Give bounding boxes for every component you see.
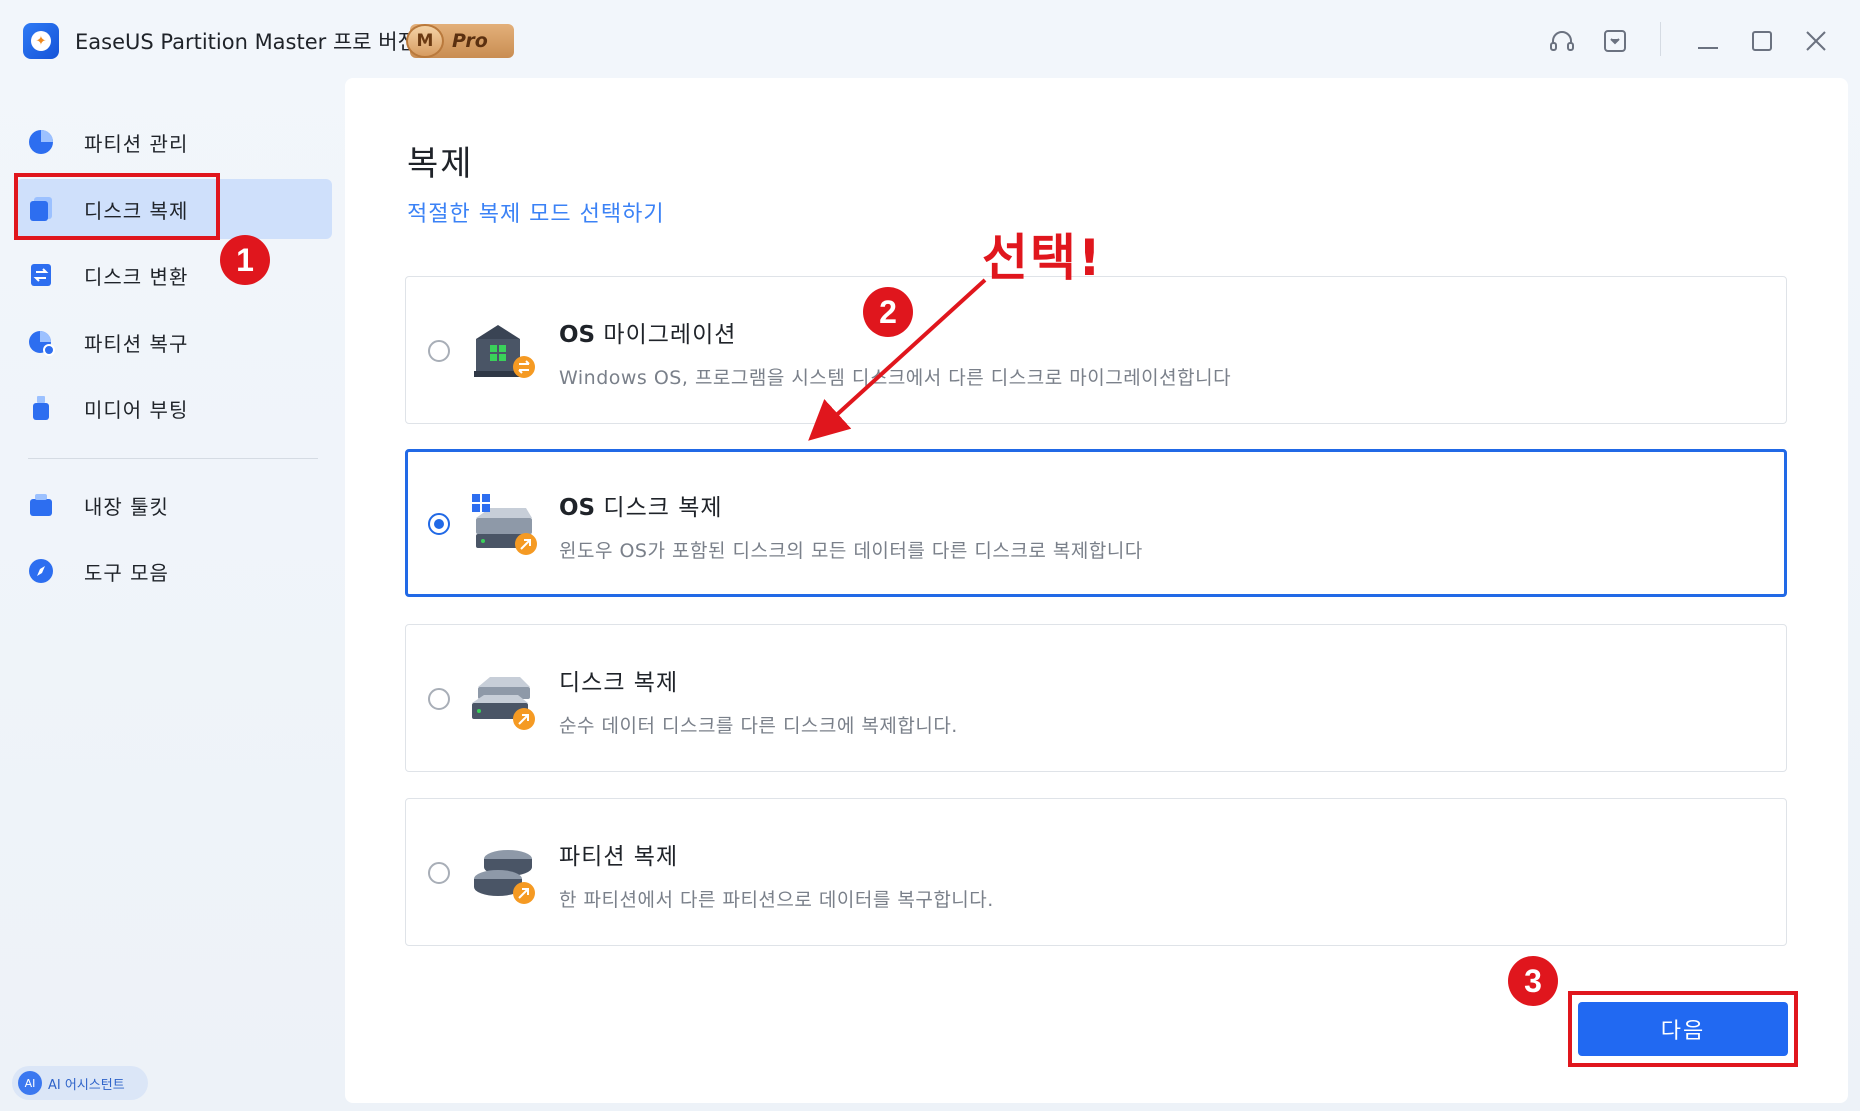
option-title: OS 마이그레이션 bbox=[559, 322, 737, 348]
ai-assistant-label: AI 어시스턴트 bbox=[48, 1077, 125, 1093]
highlight-box-step1 bbox=[14, 173, 220, 240]
title-bar: ✦ EaseUS Partition Master 프로 버전 M Pro bbox=[0, 0, 1860, 78]
sidebar-item-label: 파티션 관리 bbox=[84, 131, 189, 156]
step-badge-3: 3 bbox=[1508, 956, 1558, 1006]
step-badge-2: 2 bbox=[863, 287, 913, 337]
disk-convert-icon bbox=[26, 260, 56, 290]
headset-icon[interactable] bbox=[1547, 26, 1577, 56]
sidebar-item-label: 내장 툴킷 bbox=[84, 494, 169, 519]
sidebar-item-partition-manage[interactable]: 파티션 관리 bbox=[16, 112, 332, 172]
option-description: 한 파티션에서 다른 파티션으로 데이터를 복구합니다. bbox=[559, 889, 994, 911]
maximize-icon[interactable] bbox=[1747, 26, 1777, 56]
sidebar-item-partition-recovery[interactable]: 파티션 복구 bbox=[16, 312, 332, 372]
compass-icon bbox=[26, 556, 56, 586]
pro-badge-m: M bbox=[406, 24, 444, 58]
titlebar-separator bbox=[1660, 22, 1661, 56]
option-os-migration[interactable]: OS 마이그레이션 Windows OS, 프로그램을 시스템 디스크에서 다른… bbox=[405, 276, 1787, 424]
option-description: 순수 데이터 디스크를 다른 디스크에 복제합니다. bbox=[559, 715, 958, 737]
sidebar-item-tools[interactable]: 도구 모음 bbox=[16, 541, 332, 601]
option-os-disk-clone[interactable]: OS 디스크 복제 윈도우 OS가 포함된 디스크의 모든 데이터를 다른 디스… bbox=[405, 449, 1787, 597]
sidebar-item-label: 미디어 부팅 bbox=[84, 397, 189, 422]
sidebar-item-toolkit[interactable]: 내장 툴킷 bbox=[16, 475, 332, 535]
option-title: OS 디스크 복제 bbox=[559, 495, 723, 521]
toolkit-icon bbox=[26, 490, 56, 520]
ai-assistant-button[interactable]: AI AI 어시스턴트 bbox=[12, 1066, 148, 1100]
robot-icon: AI bbox=[18, 1071, 42, 1095]
page-subtitle-link[interactable]: 적절한 복제 모드 선택하기 bbox=[407, 196, 665, 228]
sidebar-item-label: 파티션 복구 bbox=[84, 331, 189, 356]
sidebar-divider bbox=[28, 458, 318, 459]
radio-os-migration[interactable] bbox=[428, 340, 450, 362]
option-partition-clone[interactable]: 파티션 복제 한 파티션에서 다른 파티션으로 데이터를 복구합니다. bbox=[405, 798, 1787, 946]
pie-chart-icon bbox=[26, 127, 56, 157]
usb-boot-icon bbox=[26, 393, 56, 423]
option-disk-clone[interactable]: 디스크 복제 순수 데이터 디스크를 다른 디스크에 복제합니다. bbox=[405, 624, 1787, 772]
sidebar-item-media-boot[interactable]: 미디어 부팅 bbox=[16, 378, 332, 438]
highlight-box-step3 bbox=[1568, 991, 1798, 1067]
radio-disk-clone[interactable] bbox=[428, 688, 450, 710]
minimize-icon[interactable] bbox=[1693, 26, 1723, 56]
app-title: EaseUS Partition Master 프로 버전 bbox=[75, 30, 417, 54]
sidebar-item-label: 디스크 변환 bbox=[84, 264, 189, 289]
sidebar-item-disk-convert[interactable]: 디스크 변환 bbox=[16, 245, 332, 305]
os-migration-icon bbox=[468, 317, 540, 385]
option-title: 디스크 복제 bbox=[559, 670, 679, 696]
option-description: Windows OS, 프로그램을 시스템 디스크에서 다른 디스크로 마이그레… bbox=[559, 367, 1232, 389]
option-title: 파티션 복제 bbox=[559, 844, 679, 870]
disk-clone-option-icon bbox=[468, 665, 540, 733]
close-icon[interactable] bbox=[1801, 26, 1831, 56]
page-title: 복제 bbox=[407, 144, 474, 184]
select-callout-text: 선택! bbox=[982, 229, 1103, 287]
sidebar-item-label: 도구 모음 bbox=[84, 560, 169, 585]
pro-badge-label: Pro bbox=[452, 30, 488, 52]
app-window: ✦ EaseUS Partition Master 프로 버전 M Pro 파티… bbox=[0, 0, 1860, 1111]
os-disk-clone-icon bbox=[468, 490, 540, 558]
partition-recovery-icon bbox=[26, 327, 56, 357]
dropdown-box-icon[interactable] bbox=[1600, 26, 1630, 56]
radio-os-disk-clone[interactable] bbox=[428, 513, 450, 535]
step-badge-1: 1 bbox=[220, 235, 270, 285]
radio-partition-clone[interactable] bbox=[428, 862, 450, 884]
option-description: 윈도우 OS가 포함된 디스크의 모든 데이터를 다른 디스크로 복제합니다 bbox=[559, 540, 1143, 562]
partition-clone-icon bbox=[468, 839, 540, 907]
pro-badge: M Pro bbox=[406, 24, 514, 58]
easeus-logo-icon: ✦ bbox=[23, 23, 59, 59]
